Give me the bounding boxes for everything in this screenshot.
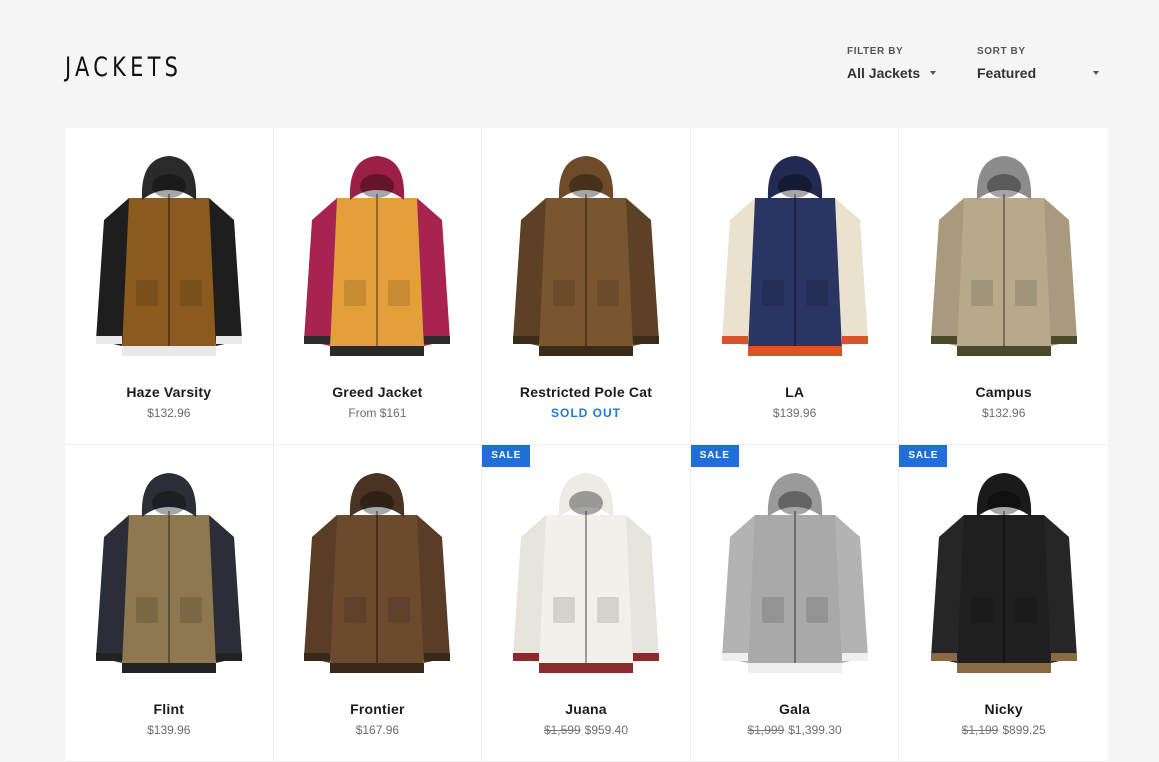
product-name[interactable]: Juana [565,701,606,717]
product-card[interactable]: SALE Nicky $1,199 $899.25 [899,445,1108,762]
product-name[interactable]: Flint [154,701,185,717]
sort-by: SORT BY Featured [977,46,1099,81]
product-price: $167.96 [356,723,399,737]
product-card[interactable]: Campus $132.96 [899,128,1108,445]
current-price: $132.96 [982,406,1026,420]
product-price: $1,199 $899.25 [962,723,1046,737]
jacket-white-puffer-icon [512,473,659,673]
product-price: $132.96 [147,406,190,420]
product-price: $1,599 $959.40 [544,723,628,737]
current-price: $139.96 [772,406,817,420]
original-price: $1,999 [747,723,785,737]
chevron-down-icon [1093,71,1099,75]
current-price: From $161 [348,406,407,420]
product-card[interactable]: Haze Varsity $132.96 [65,128,274,445]
current-price: $132.96 [147,406,191,420]
product-name[interactable]: Campus [975,384,1031,400]
product-card[interactable]: Greed Jacket From $161 [273,128,483,445]
jacket-varsity-brown-icon [95,156,242,356]
jacket-anorak-icon [95,473,242,673]
filter-by: FILTER BY All Jackets [847,46,937,81]
product-name[interactable]: Gala [779,701,810,717]
sort-select[interactable]: Featured [977,65,1099,81]
product-name[interactable]: Greed Jacket [332,384,422,400]
product-name[interactable]: Haze Varsity [126,384,211,400]
jacket-speckled-icon [930,156,1077,356]
sale-badge: SALE [690,445,739,467]
product-price: From $161 [348,406,406,420]
product-card[interactable]: Restricted Pole Cat SOLD OUT [482,128,691,445]
product-card[interactable]: LA $139.96 [690,128,900,445]
product-card[interactable]: SALE Juana $1,599 $959.40 [482,445,691,762]
filter-value: All Jackets [847,65,921,81]
current-price: $959.40 [584,723,629,737]
current-price: $167.96 [355,723,400,737]
product-name[interactable]: Nicky [985,701,1023,717]
page-title: JACKETS [65,52,183,83]
original-price: $1,599 [543,723,581,737]
jacket-camo-icon [512,156,659,356]
product-card[interactable]: Flint $139.96 [65,445,274,762]
sold-out-label: SOLD OUT [550,406,621,420]
product-price: $1,999 $1,399.30 [748,723,842,737]
product-grid: Haze Varsity $132.96 Greed Jacket From $161… [65,128,1108,762]
product-price: $139.96 [147,723,190,737]
sort-label: SORT BY [977,46,1026,57]
product-name[interactable]: Restricted Pole Cat [520,384,652,400]
product-card[interactable]: Frontier $167.96 [273,445,483,762]
jacket-grey-knit-icon [721,473,868,673]
filter-select[interactable]: All Jackets [847,65,937,81]
sort-value: Featured [977,65,1037,81]
product-price: $132.96 [982,406,1025,420]
chevron-down-icon [930,71,937,75]
jacket-magenta-mustard-icon [304,156,451,356]
jacket-black-puffer-icon [930,473,1077,673]
product-price: $139.96 [773,406,816,420]
current-price: $139.96 [147,723,191,737]
jacket-leopard-brown-icon [304,473,451,673]
original-price: $1,199 [961,723,999,737]
product-card[interactable]: SALE Gala $1,999 $1,399.30 [690,445,900,762]
current-price: $899.25 [1002,723,1046,737]
sale-badge: SALE [482,445,531,467]
current-price: $1,399.30 [788,723,842,737]
filter-label: FILTER BY [847,46,904,57]
sale-badge: SALE [899,445,948,467]
product-name[interactable]: LA [785,384,804,400]
product-name[interactable]: Frontier [350,701,405,717]
jacket-navy-cream-icon [721,156,868,356]
